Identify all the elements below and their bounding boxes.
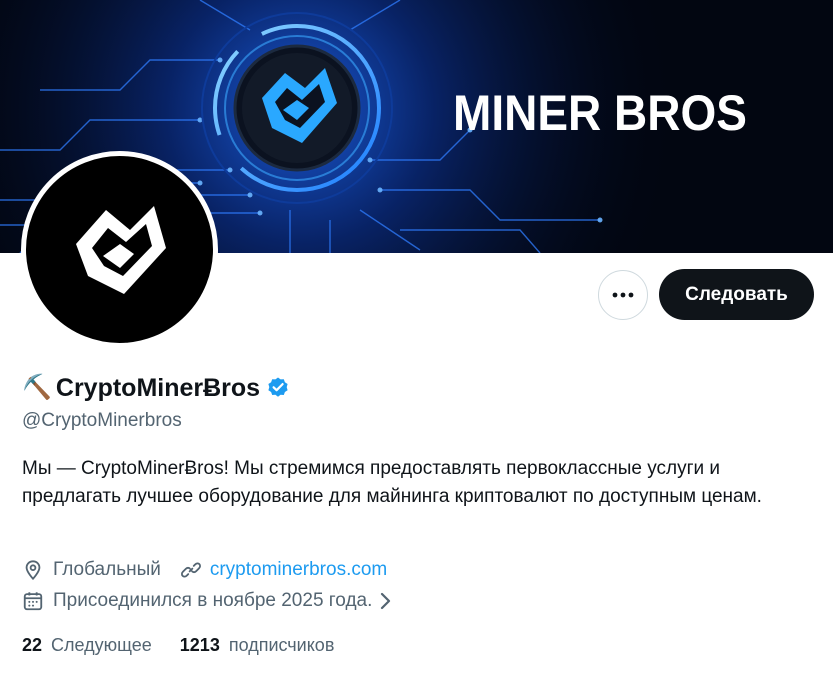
profile-name-row: ⛏️ CryptoMinerɃros [22, 371, 290, 405]
followers-count: 1213 [179, 635, 220, 655]
follow-stats: 22 Следующее 1213 подписчиков [22, 635, 334, 656]
profile-handle: @CryptoMinerbros [22, 410, 182, 431]
verified-badge-icon[interactable] [266, 376, 290, 400]
followers-stat[interactable]: 1213 подписчиков [180, 635, 335, 656]
profile-meta-row: Глобальный cryptominerbros.com [22, 557, 387, 583]
following-count: 22 [22, 635, 43, 655]
miner-bros-logo [75, 205, 166, 294]
location-item: Глобальный [22, 559, 161, 581]
website-item[interactable]: cryptominerbros.com [180, 559, 387, 581]
joined-text: Присоединился в ноябре 2025 года. [53, 590, 373, 611]
followers-label: подписчиков [228, 635, 335, 655]
display-name: CryptoMinerɃros [55, 373, 261, 402]
profile-bio: Мы — CryptoMinerɃros! Мы стремимся предо… [22, 458, 762, 507]
banner-title: MINER BROS [453, 85, 747, 141]
joined-row[interactable]: Присоединился в ноябре 2025 года. [22, 588, 392, 614]
more-dots-icon [612, 292, 634, 298]
pickaxe-emoji: ⛏️ [22, 374, 52, 401]
website-link[interactable]: cryptominerbros.com [210, 559, 387, 581]
chevron-right-icon [381, 592, 391, 610]
location-pin-icon [25, 560, 41, 581]
following-stat[interactable]: 22 Следующее [22, 635, 152, 656]
follow-button[interactable]: Следовать [659, 269, 814, 320]
avatar[interactable] [21, 151, 218, 348]
link-icon [180, 562, 201, 578]
calendar-icon [23, 592, 43, 611]
following-label: Следующее [51, 635, 152, 655]
location-text: Глобальный [53, 559, 161, 580]
more-options-button[interactable] [598, 270, 648, 320]
